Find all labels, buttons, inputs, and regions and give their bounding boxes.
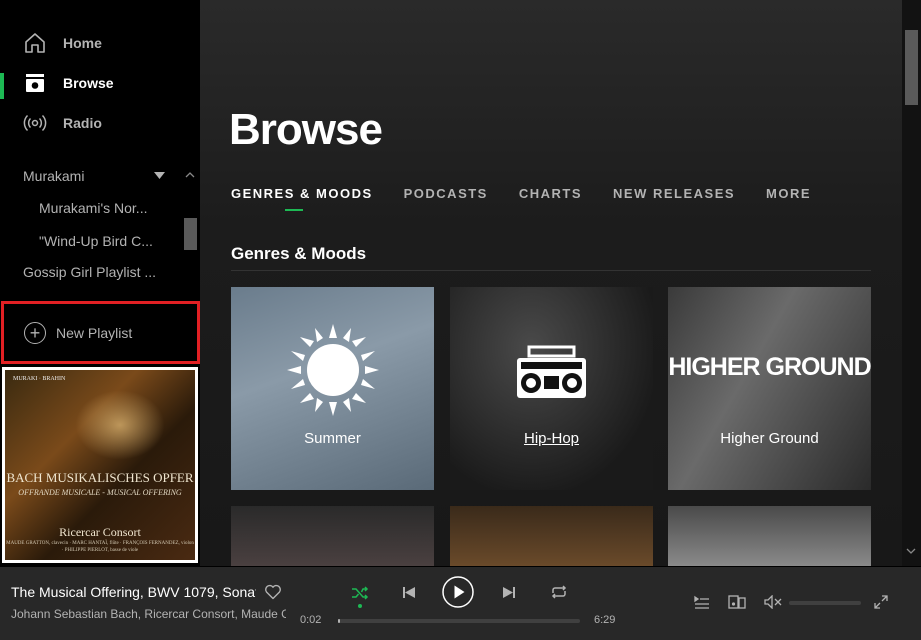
play-icon[interactable]	[442, 576, 474, 608]
now-playing-album-art[interactable]: MURAKI · BRAHIN BACH MUSIKALISCHES OPFER…	[2, 367, 198, 563]
caret-down-icon[interactable]	[154, 172, 165, 180]
shuffle-active-dot	[358, 604, 362, 608]
time-elapsed: 0:02	[300, 614, 322, 626]
boombox-icon	[517, 345, 586, 398]
radio-icon	[23, 114, 47, 132]
genre-tile[interactable]	[668, 506, 871, 566]
main-scrollbar[interactable]	[902, 0, 921, 566]
tab-podcasts[interactable]: PODCASTS	[404, 186, 488, 201]
nav-home[interactable]: Home	[0, 23, 200, 63]
album-art-subtitle: OFFRANDE MUSICALE - MUSICAL OFFERING	[18, 488, 182, 497]
shuffle-icon[interactable]	[351, 585, 369, 601]
queue-icon[interactable]	[694, 595, 710, 609]
nav-home-label: Home	[63, 35, 102, 51]
repeat-icon[interactable]	[550, 584, 568, 600]
nav-browse-label: Browse	[63, 75, 114, 91]
album-art-credits: MAUDE GRATTON, clavecin · MARC HANTAÏ, f…	[6, 541, 194, 553]
track-title[interactable]: The Musical Offering, BWV 1079, Sonata	[11, 584, 256, 600]
new-playlist-label: New Playlist	[56, 324, 133, 341]
devices-icon[interactable]	[728, 595, 746, 609]
higher-ground-logo: HIGHER GROUND	[668, 353, 871, 381]
tab-charts[interactable]: CHARTS	[519, 186, 582, 201]
genre-tile-label: Summer	[304, 430, 361, 447]
playlist-item[interactable]: Gossip Girl Playlist ...	[23, 257, 173, 287]
sidebar-scroll-thumb[interactable]	[184, 218, 197, 250]
volume-slider[interactable]	[789, 601, 861, 605]
playlist-folder[interactable]: Murakami	[23, 161, 173, 191]
genre-tile-hip-hop[interactable]: Hip-Hop	[450, 287, 653, 490]
nav-radio[interactable]: Radio	[0, 103, 200, 143]
nav-browse[interactable]: Browse	[0, 63, 200, 103]
album-art-glow	[75, 390, 165, 460]
next-icon[interactable]	[502, 586, 516, 599]
nav-radio-label: Radio	[63, 115, 102, 131]
chevron-down-icon[interactable]	[906, 548, 916, 555]
playlist-item[interactable]: Murakami's Nor...	[39, 193, 164, 223]
genre-tile-summer[interactable]: Summer	[231, 287, 434, 490]
volume-muted-icon[interactable]	[764, 595, 782, 609]
playlist-item-label: "Wind-Up Bird C...	[39, 233, 153, 249]
album-art-ensemble: Ricercar Consort	[59, 525, 141, 539]
browse-icon	[26, 74, 44, 92]
previous-icon[interactable]	[402, 586, 416, 599]
playlist-folder-label: Murakami	[23, 168, 85, 184]
player-bar: The Musical Offering, BWV 1079, Sonata J…	[0, 566, 921, 640]
progress-bar[interactable]	[338, 619, 580, 623]
sidebar: Home Browse Radio Murakami Murakami's No…	[0, 0, 200, 566]
genre-tile[interactable]	[450, 506, 653, 566]
tab-new-releases[interactable]: NEW RELEASES	[613, 186, 735, 201]
time-total: 6:29	[594, 614, 616, 626]
genre-tile[interactable]	[231, 506, 434, 566]
sun-icon	[287, 324, 379, 416]
progress-fill	[338, 619, 341, 623]
heart-icon[interactable]	[264, 583, 282, 601]
playlist-item-label: Gossip Girl Playlist ...	[23, 264, 157, 280]
section-title: Genres & Moods	[231, 244, 367, 263]
album-art-title: BACH MUSIKALISCHES OPFER	[6, 470, 194, 485]
page-title: Browse	[229, 105, 383, 154]
active-indicator	[0, 73, 4, 99]
tab-more[interactable]: MORE	[766, 186, 811, 201]
tab-genres-moods[interactable]: GENRES & MOODS	[231, 186, 373, 211]
main-scroll-thumb[interactable]	[905, 30, 918, 105]
album-art-header: MURAKI · BRAHIN	[13, 376, 66, 382]
plus-icon: +	[24, 321, 46, 344]
playlist-item-label: Murakami's Nor...	[39, 200, 148, 216]
genre-tile-label: Higher Ground	[720, 430, 819, 447]
genre-tile-label: Hip-Hop	[523, 430, 580, 447]
genre-tile-higher-ground[interactable]: HIGHER GROUND Higher Ground	[668, 287, 871, 490]
playlist-item[interactable]: "Wind-Up Bird C...	[39, 226, 164, 256]
new-playlist-button[interactable]: + New Playlist	[1, 301, 200, 364]
section-divider	[231, 270, 871, 271]
home-icon	[25, 33, 45, 53]
browse-tabs: GENRES & MOODS PODCASTS CHARTS NEW RELEA…	[231, 186, 842, 211]
chevron-up-icon[interactable]	[185, 171, 195, 178]
fullscreen-icon[interactable]	[874, 595, 888, 609]
track-artist[interactable]: Johann Sebastian Bach, Ricercar Consort,…	[11, 607, 286, 621]
